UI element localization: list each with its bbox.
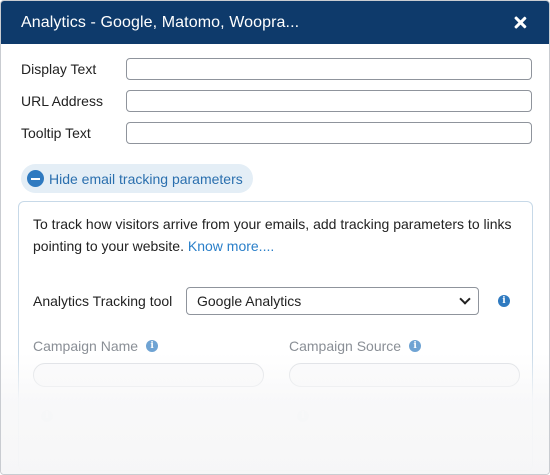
dialog-title: Analytics - Google, Matomo, Woopra...: [21, 13, 300, 31]
faded-field-label: i: [33, 410, 53, 422]
campaign-name-label: Campaign Name: [33, 338, 139, 354]
tooltip-text-input[interactable]: [126, 122, 532, 144]
url-address-row: URL Address: [21, 90, 532, 112]
know-more-link[interactable]: Know more....: [188, 238, 274, 254]
info-icon[interactable]: i: [498, 295, 510, 307]
tracking-tool-label: Analytics Tracking tool: [33, 293, 173, 309]
url-address-label: URL Address: [21, 93, 103, 109]
display-text-row: Display Text: [21, 58, 532, 80]
minus-circle-icon: [27, 170, 44, 187]
info-icon[interactable]: i: [409, 340, 422, 352]
campaign-source-label-row: Campaign Source i: [289, 338, 422, 354]
tracking-tool-select[interactable]: Google Analytics: [186, 287, 479, 315]
faded-field-label: i: [289, 410, 309, 422]
info-icon[interactable]: i: [146, 340, 159, 352]
hide-tracking-label: Hide email tracking parameters: [49, 170, 243, 187]
campaign-source-input[interactable]: [289, 363, 520, 387]
info-icon: i: [41, 410, 53, 422]
tracking-panel: To track how visitors arrive from your e…: [18, 201, 533, 471]
tracking-tool-row: Analytics Tracking tool Google Analytics: [33, 287, 479, 315]
display-text-label: Display Text: [21, 61, 97, 77]
chevron-down-icon: [459, 293, 471, 305]
info-icon: i: [297, 410, 309, 422]
tracking-description: To track how visitors arrive from your e…: [33, 213, 513, 257]
dialog-titlebar: Analytics - Google, Matomo, Woopra...: [1, 1, 549, 44]
tracking-tool-value: Google Analytics: [197, 293, 302, 309]
campaign-name-input[interactable]: [33, 363, 264, 387]
display-text-input[interactable]: [126, 58, 532, 80]
hide-tracking-toggle[interactable]: Hide email tracking parameters: [21, 164, 253, 193]
close-icon[interactable]: [511, 14, 529, 32]
analytics-dialog: Analytics - Google, Matomo, Woopra... Di…: [0, 0, 550, 475]
campaign-source-label: Campaign Source: [289, 338, 402, 354]
campaign-name-label-row: Campaign Name i: [33, 338, 159, 354]
tooltip-text-label: Tooltip Text: [21, 125, 91, 141]
url-address-input[interactable]: [126, 90, 532, 112]
tooltip-text-row: Tooltip Text: [21, 122, 532, 144]
